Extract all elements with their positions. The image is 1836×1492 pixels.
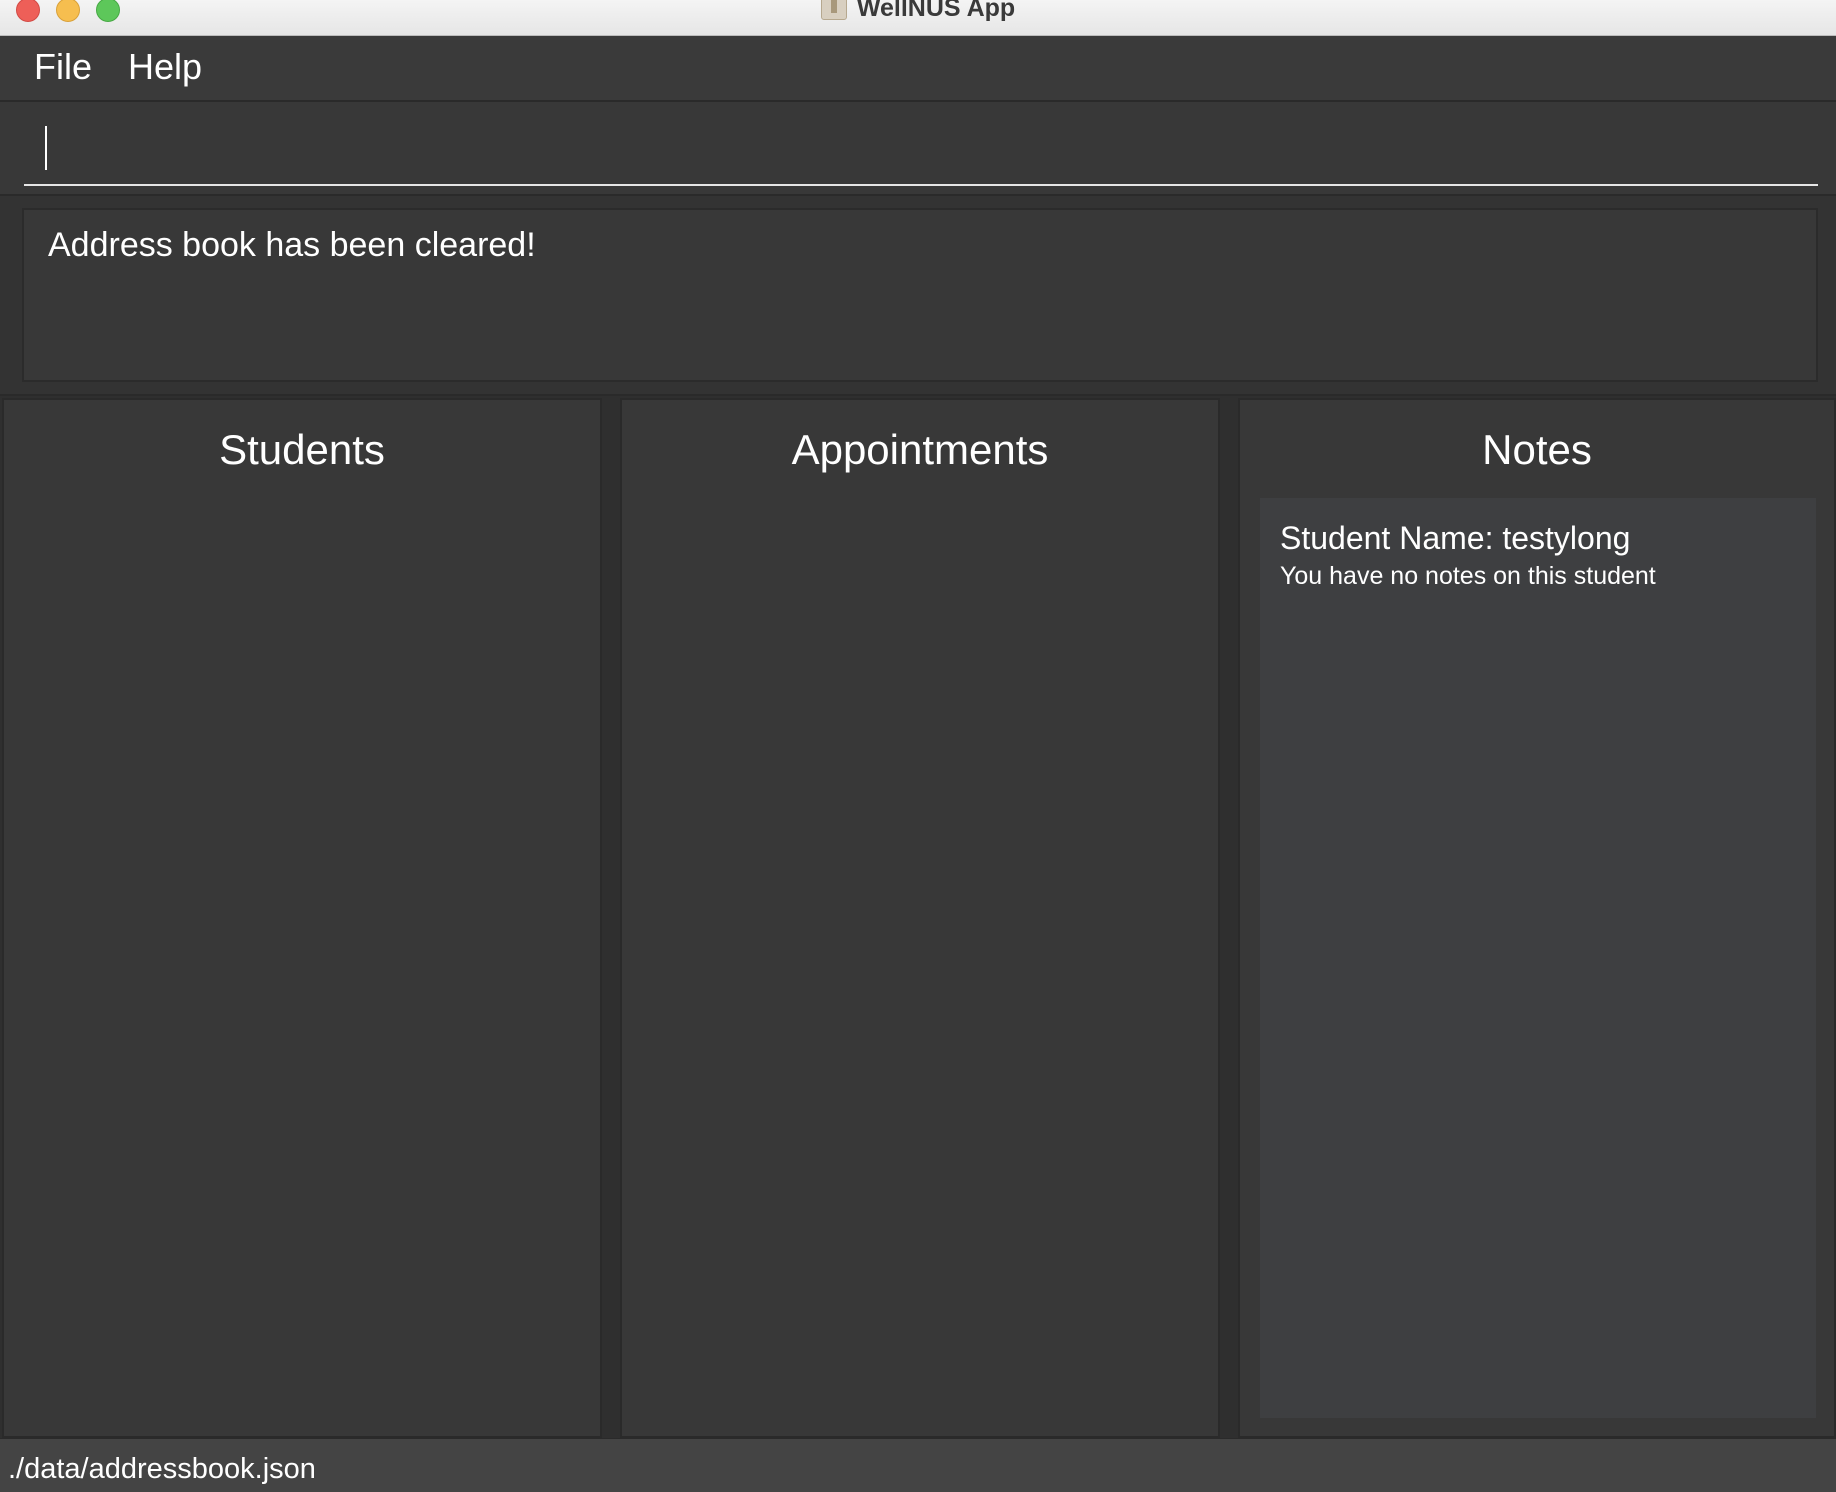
result-message: Address book has been cleared!: [48, 226, 536, 264]
students-panel: Students: [2, 398, 602, 1438]
menu-bar: File Help: [0, 36, 1836, 102]
menu-help[interactable]: Help: [124, 46, 206, 88]
window-titlebar: WellNUS App: [0, 0, 1836, 36]
main-panels: Students Appointments Notes Student Name…: [0, 396, 1836, 1438]
app-icon: [820, 0, 847, 20]
notes-panel-title: Notes: [1482, 426, 1592, 473]
appointments-panel: Appointments: [620, 398, 1220, 1438]
status-file-path: ./data/addressbook.json: [8, 1453, 316, 1485]
menu-file[interactable]: File: [30, 46, 96, 88]
notes-panel: Notes Student Name: testylong You have n…: [1238, 398, 1836, 1438]
text-caret: [45, 126, 47, 170]
note-empty-message: You have no notes on this student: [1280, 562, 1656, 590]
window-title: WellNUS App: [856, 0, 1016, 22]
students-panel-title: Students: [219, 426, 385, 473]
window-title-wrap: WellNUS App: [0, 0, 1836, 23]
status-bar: ./data/addressbook.json: [0, 1438, 1836, 1492]
result-display-area: Address book has been cleared!: [0, 196, 1836, 396]
note-student-name: Student Name: testylong: [1280, 520, 1631, 556]
result-display-box: Address book has been cleared!: [22, 208, 1818, 382]
notes-card: Student Name: testylong You have no note…: [1260, 498, 1816, 1418]
appointments-panel-title: Appointments: [791, 426, 1049, 473]
command-box: [0, 102, 1836, 196]
command-input[interactable]: [24, 120, 1818, 186]
